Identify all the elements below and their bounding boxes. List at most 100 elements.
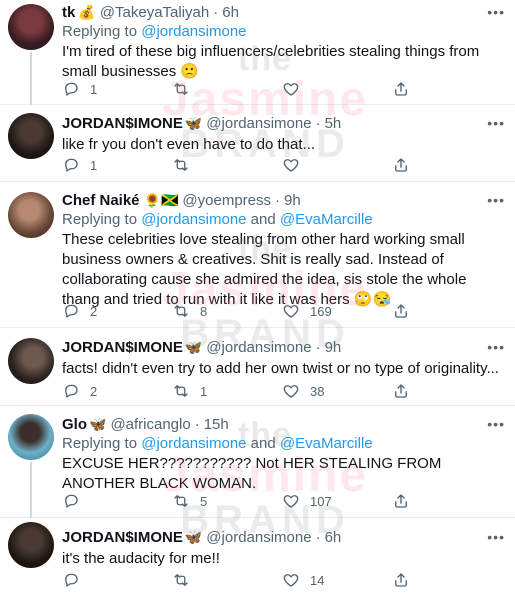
retweet-icon — [174, 385, 188, 397]
share-button[interactable] — [392, 80, 410, 98]
separator-dot: · — [315, 528, 321, 546]
separator-dot: · — [315, 114, 321, 132]
reply-icon — [65, 158, 78, 172]
tweet-actions: 2 1 38 — [62, 380, 455, 402]
retweet-button[interactable] — [172, 571, 282, 589]
like-count: 38 — [310, 383, 325, 399]
share-button[interactable] — [392, 382, 410, 400]
reply-button[interactable]: 1 — [62, 156, 172, 174]
tweet-text: it's the audacity for me!! — [62, 550, 220, 567]
more-icon[interactable]: ••• — [487, 115, 505, 131]
retweet-count: 5 — [200, 493, 208, 509]
separator-dot: · — [315, 338, 321, 356]
separator-dot: · — [275, 191, 280, 209]
retweet-count: 8 — [200, 303, 208, 319]
retweet-button[interactable] — [172, 80, 282, 98]
tweet[interactable]: JORDAN$IMONE 🦋 @jordansimone · 5h ••• li… — [0, 105, 515, 182]
retweet-icon — [174, 305, 188, 317]
share-button[interactable] — [392, 156, 410, 174]
author-handle[interactable]: @jordansimone — [206, 115, 311, 132]
reply-count: 2 — [90, 383, 98, 399]
tweet[interactable]: JORDAN$IMONE 🦋 @jordansimone · 9h ••• fa… — [0, 328, 515, 406]
author-name[interactable]: tk — [62, 4, 75, 21]
reply-button[interactable]: 2 — [62, 302, 172, 320]
like-button[interactable]: 38 — [282, 382, 392, 400]
author-name[interactable]: Glo — [62, 416, 87, 433]
mention-link[interactable]: @EvaMarcille — [280, 435, 373, 452]
reply-icon — [65, 82, 78, 96]
retweet-button[interactable] — [172, 156, 282, 174]
mention-link[interactable]: @EvaMarcille — [280, 211, 373, 228]
avatar[interactable] — [8, 192, 54, 238]
mention-link[interactable]: @jordansimone — [141, 435, 246, 452]
share-icon — [395, 494, 407, 508]
retweet-button[interactable]: 5 — [172, 492, 282, 510]
reply-icon — [65, 384, 78, 398]
timestamp[interactable]: 6h — [222, 4, 239, 21]
name-emoji: 🌻🇯🇲 — [143, 191, 179, 208]
avatar[interactable] — [8, 4, 54, 50]
tweet-text: facts! didn't even try to add her own tw… — [62, 360, 499, 377]
author-name[interactable]: Chef Naiké — [62, 192, 140, 209]
author-handle[interactable]: @yoempress — [182, 192, 271, 209]
tweet-text: These celebrities love stealing from oth… — [62, 231, 467, 308]
share-button[interactable] — [392, 571, 410, 589]
tweet[interactable]: JORDAN$IMONE 🦋 @jordansimone · 6h ••• it… — [0, 518, 515, 597]
reply-button[interactable] — [62, 492, 172, 510]
like-button[interactable] — [282, 80, 392, 98]
share-icon — [395, 158, 407, 172]
like-button[interactable]: 107 — [282, 492, 392, 510]
reply-button[interactable]: 1 — [62, 80, 172, 98]
retweet-button[interactable]: 8 — [172, 302, 282, 320]
avatar[interactable] — [8, 414, 54, 460]
author-name[interactable]: JORDAN$IMONE — [62, 339, 183, 356]
retweet-icon — [174, 83, 188, 95]
tweet[interactable]: Chef Naiké 🌻🇯🇲 @yoempress · 9h ••• Reply… — [0, 182, 515, 328]
retweet-button[interactable]: 1 — [172, 382, 282, 400]
like-icon — [283, 574, 299, 587]
timestamp[interactable]: 9h — [284, 192, 301, 209]
share-button[interactable] — [392, 302, 410, 320]
tweet[interactable]: tk 💰 @TakeyaTaliyah · 6h ••• Replying to… — [0, 0, 515, 105]
timestamp[interactable]: 6h — [325, 529, 342, 546]
retweet-count: 1 — [200, 383, 208, 399]
more-icon[interactable]: ••• — [487, 339, 505, 355]
reply-icon — [65, 573, 78, 587]
more-icon[interactable]: ••• — [487, 4, 505, 20]
author-name[interactable]: JORDAN$IMONE — [62, 115, 183, 132]
reply-count: 2 — [90, 303, 98, 319]
author-name[interactable]: JORDAN$IMONE — [62, 529, 183, 546]
share-button[interactable] — [392, 492, 410, 510]
tweet[interactable]: Glo 🦋 @africanglo · 15h ••• Replying to … — [0, 406, 515, 518]
mention-link[interactable]: @jordansimone — [141, 211, 246, 228]
tweet-actions: 2 8 169 — [62, 300, 455, 322]
more-icon[interactable]: ••• — [487, 416, 505, 432]
more-icon[interactable]: ••• — [487, 529, 505, 545]
reply-button[interactable]: 2 — [62, 382, 172, 400]
author-handle[interactable]: @jordansimone — [206, 529, 311, 546]
avatar[interactable] — [8, 522, 54, 568]
replying-to: Replying to @jordansimone — [62, 22, 505, 42]
share-icon — [395, 82, 407, 96]
like-button[interactable]: 169 — [282, 302, 392, 320]
like-button[interactable]: 14 — [282, 571, 392, 589]
timestamp[interactable]: 9h — [325, 339, 342, 356]
reply-button[interactable] — [62, 571, 172, 589]
name-emoji: 💰 — [78, 3, 96, 20]
like-button[interactable] — [282, 156, 392, 174]
share-icon — [395, 304, 407, 318]
author-handle[interactable]: @TakeyaTaliyah — [100, 4, 209, 21]
more-icon[interactable]: ••• — [487, 192, 505, 208]
separator-dot: · — [213, 3, 219, 21]
avatar[interactable] — [8, 338, 54, 384]
reply-count: 1 — [90, 81, 98, 97]
share-icon — [395, 384, 407, 398]
timestamp[interactable]: 15h — [204, 416, 229, 433]
like-icon — [283, 495, 299, 508]
avatar[interactable] — [8, 113, 54, 159]
timestamp[interactable]: 5h — [325, 115, 342, 132]
mention-link[interactable]: @jordansimone — [141, 23, 246, 40]
author-handle[interactable]: @jordansimone — [206, 339, 311, 356]
author-handle[interactable]: @africanglo — [110, 416, 190, 433]
thread-line — [30, 52, 32, 105]
